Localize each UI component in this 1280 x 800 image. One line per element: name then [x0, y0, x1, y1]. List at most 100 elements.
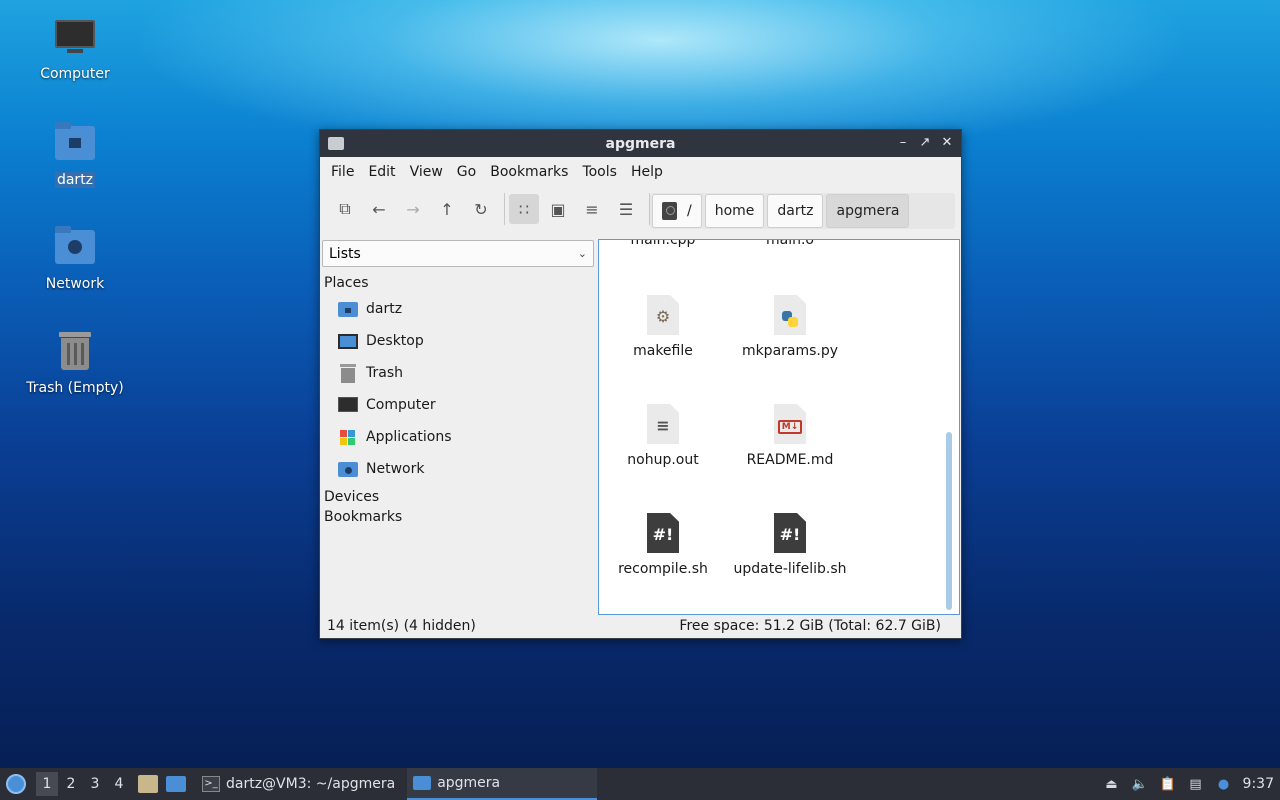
task-label: apgmera [437, 775, 501, 791]
sidebar-item-label: Applications [366, 429, 452, 445]
breadcrumb-home[interactable]: home [704, 194, 765, 228]
file-label: nohup.out [627, 452, 699, 468]
sidebar-item-trash[interactable]: Trash [321, 357, 595, 389]
clipboard-icon[interactable]: 📋 [1159, 775, 1177, 793]
workspace-3[interactable]: 3 [84, 772, 106, 796]
close-icon[interactable]: ✕ [939, 134, 955, 152]
menu-view[interactable]: View [403, 164, 450, 180]
devices-header[interactable]: Devices [321, 485, 595, 509]
workspace-1[interactable]: 1 [36, 772, 58, 796]
text-file-icon: ≡ [647, 404, 679, 444]
forward-icon[interactable]: → [398, 194, 428, 224]
notification-icon[interactable]: ● [1215, 775, 1233, 793]
trash-icon [338, 364, 358, 383]
breadcrumb-apgmera[interactable]: apgmera [826, 194, 910, 228]
desktop-icon-label: Network [45, 276, 105, 292]
drive-icon [662, 202, 677, 220]
clock[interactable]: 9:37 [1243, 776, 1274, 792]
system-tray: ⏏ 🔈 📋 ▤ ● 9:37 [1103, 775, 1280, 793]
desktop-icon-trash[interactable]: Trash (Empty) [20, 330, 130, 396]
menubar: File Edit View Go Bookmarks Tools Help [320, 157, 961, 187]
file-label: main.o [766, 239, 814, 248]
computer-icon [53, 16, 97, 60]
file-label: update-lifelib.sh [733, 561, 847, 577]
menu-file[interactable]: File [324, 164, 361, 180]
places-header[interactable]: Places [321, 267, 595, 291]
file-manager-window: apgmera – ↗ ✕ File Edit View Go Bookmark… [319, 129, 962, 639]
eject-icon[interactable]: ⏏ [1103, 775, 1121, 793]
up-icon[interactable]: ↑ [432, 194, 462, 224]
workspace-4[interactable]: 4 [108, 772, 130, 796]
menu-edit[interactable]: Edit [361, 164, 402, 180]
desktop-icon-home[interactable]: dartz [20, 122, 130, 188]
desktop-icon-label: dartz [54, 172, 96, 188]
sidebar-item-label: Trash [366, 365, 403, 381]
python-file-icon [774, 295, 806, 335]
new-tab-icon[interactable]: ⧉ [330, 194, 360, 224]
task-file-manager[interactable]: apgmera [407, 768, 598, 800]
sidebar-item-network[interactable]: Network [321, 453, 595, 485]
file-label: recompile.sh [618, 561, 708, 577]
folder-icon [413, 776, 432, 790]
task-terminal[interactable]: >_ dartz@VM3: ~/apgmera [196, 768, 401, 800]
file-item[interactable]: main.o [726, 239, 854, 248]
icon-view-icon[interactable]: ∷ [509, 194, 539, 224]
back-icon[interactable]: ← [364, 194, 394, 224]
sidebar-item-desktop[interactable]: Desktop [321, 325, 595, 357]
chevron-down-icon: ⌄ [577, 247, 587, 260]
thumbnail-view-icon[interactable]: ▣ [543, 194, 573, 224]
sidebar-item-label: Desktop [366, 333, 424, 349]
file-label: README.md [746, 452, 834, 468]
network-folder-icon [53, 226, 97, 270]
file-item[interactable]: #! recompile.sh [599, 513, 727, 577]
shell-script-icon: #! [647, 513, 679, 553]
desktop-icon-label: Computer [40, 66, 110, 82]
bookmarks-header[interactable]: Bookmarks [321, 509, 595, 529]
detailed-list-view-icon[interactable]: ☰ [611, 194, 641, 224]
file-item[interactable]: M↓ README.md [726, 404, 854, 468]
minimize-icon[interactable]: – [895, 134, 911, 152]
window-titlebar[interactable]: apgmera – ↗ ✕ [320, 130, 961, 157]
menu-go[interactable]: Go [450, 164, 483, 180]
sidebar-item-dartz[interactable]: dartz [321, 293, 595, 325]
network-status-icon[interactable]: ▤ [1187, 775, 1205, 793]
file-view[interactable]: main.cpp main.o ⚙ makefile mkparams.py ≡… [598, 239, 960, 615]
statusbar: 14 item(s) (4 hidden) Free space: 51.2 G… [320, 614, 961, 638]
desktop-icon-network[interactable]: Network [20, 226, 130, 292]
desktop-icon-label: Trash (Empty) [26, 380, 124, 396]
compact-view-icon[interactable]: ≡ [577, 194, 607, 224]
applications-icon [338, 428, 358, 446]
taskbar: 1 2 3 4 >_ dartz@VM3: ~/apgmera apgmera … [0, 768, 1280, 800]
menu-bookmarks[interactable]: Bookmarks [483, 164, 575, 180]
vertical-scrollbar[interactable] [946, 432, 952, 610]
file-item[interactable]: ≡ nohup.out [599, 404, 727, 468]
breadcrumb-dartz[interactable]: dartz [767, 194, 824, 228]
menu-help[interactable]: Help [624, 164, 670, 180]
start-menu-icon[interactable] [0, 768, 32, 800]
file-item[interactable]: mkparams.py [726, 295, 854, 359]
breadcrumb-root[interactable]: / [652, 194, 702, 228]
desktop-icon-computer[interactable]: Computer [20, 16, 130, 82]
show-desktop-icon[interactable] [166, 776, 186, 792]
status-free-space: Free space: 51.2 GiB (Total: 62.7 GiB) [679, 618, 941, 634]
sidebar-item-computer[interactable]: Computer [321, 389, 595, 421]
sidebar-mode-select[interactable]: Lists ⌄ [322, 240, 594, 267]
file-item[interactable]: #! update-lifelib.sh [726, 513, 854, 577]
file-manager-launcher-icon[interactable] [138, 775, 158, 793]
file-item[interactable]: main.cpp [599, 240, 727, 248]
volume-icon[interactable]: 🔈 [1131, 775, 1149, 793]
shell-script-icon: #! [774, 513, 806, 553]
menu-tools[interactable]: Tools [575, 164, 624, 180]
toolbar: ⧉ ← → ↑ ↻ ∷ ▣ ≡ ☰ / home dartz apgmera [320, 187, 961, 231]
reload-icon[interactable]: ↻ [466, 194, 496, 224]
sidebar-item-label: Network [366, 461, 425, 477]
markdown-file-icon: M↓ [774, 404, 806, 444]
file-label: mkparams.py [741, 343, 839, 359]
window-title: apgmera [605, 135, 676, 152]
sidebar: Lists ⌄ Places dartz Desktop Trash Compu… [321, 238, 595, 613]
workspace-2[interactable]: 2 [60, 772, 82, 796]
sidebar-item-applications[interactable]: Applications [321, 421, 595, 453]
file-item[interactable]: ⚙ makefile [599, 295, 727, 359]
maximize-icon[interactable]: ↗ [917, 134, 933, 152]
breadcrumb-label: / [687, 203, 692, 219]
